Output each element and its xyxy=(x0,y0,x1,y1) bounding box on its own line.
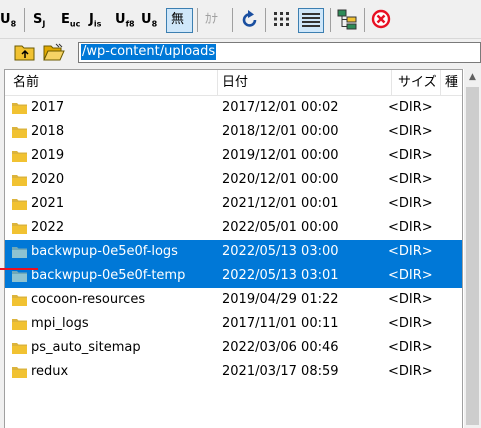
folder-icon xyxy=(12,247,27,258)
file-row[interactable]: cocoon-resources 2019/04/29 01:22 <DIR> xyxy=(5,288,462,312)
list-view-icon[interactable] xyxy=(272,8,292,32)
file-row[interactable]: 2020 2020/12/01 00:00 <DIR> xyxy=(5,168,462,192)
red-marker-line xyxy=(0,268,38,270)
folder-icon xyxy=(12,223,27,234)
sjis-encoding-button[interactable]: SJ xyxy=(33,8,45,32)
toolbar-divider xyxy=(364,8,365,32)
column-header: 名前 日付 サイズ 種 xyxy=(5,70,462,96)
folder-icon xyxy=(12,319,27,330)
scroll-up-arrow-icon[interactable]: ▲ xyxy=(464,69,481,86)
file-name: mpi_logs xyxy=(31,316,89,331)
column-date[interactable]: 日付 xyxy=(222,70,248,95)
file-row[interactable]: 2019 2019/12/01 00:00 <DIR> xyxy=(5,144,462,168)
folder-icon xyxy=(12,127,27,138)
jis-encoding-button[interactable]: Jis xyxy=(89,8,101,32)
file-date: 2019/12/01 00:00 xyxy=(222,148,339,163)
file-size: <DIR> xyxy=(388,340,433,355)
file-row[interactable]: mpi_logs 2017/11/01 00:11 <DIR> xyxy=(5,312,462,336)
file-row[interactable]: backwpup-0e5e0f-temp 2022/05/13 03:01 <DIR… xyxy=(5,264,462,288)
detail-view-icon[interactable] xyxy=(298,8,324,33)
file-size: <DIR> xyxy=(388,268,433,283)
open-folder-icon[interactable] xyxy=(43,43,65,62)
file-list[interactable]: 名前 日付 サイズ 種 2017 2017/12/01 00:02 <DIR> 201… xyxy=(4,69,463,428)
file-name: backwpup-0e5e0f-logs xyxy=(31,244,178,259)
euc-encoding-button[interactable]: Euc xyxy=(61,8,80,32)
file-size: <DIR> xyxy=(388,292,433,307)
folder-icon xyxy=(12,343,27,354)
toolbar-divider xyxy=(265,8,266,32)
toolbar-divider xyxy=(330,8,331,32)
refresh-icon[interactable] xyxy=(240,8,260,32)
file-row[interactable]: 2021 2021/12/01 00:01 <DIR> xyxy=(5,192,462,216)
vertical-scrollbar[interactable]: ▲ xyxy=(463,69,481,428)
file-date: 2022/03/06 00:46 xyxy=(222,340,339,355)
scrollbar-thumb[interactable] xyxy=(466,87,479,425)
file-name: 2020 xyxy=(31,172,65,187)
file-size: <DIR> xyxy=(388,148,433,163)
folder-icon xyxy=(12,175,27,186)
file-row[interactable]: 2018 2018/12/01 00:00 <DIR> xyxy=(5,120,462,144)
utf8-bom-encoding-button[interactable]: Uf8 xyxy=(115,8,135,32)
file-row[interactable]: 2022 2022/05/01 00:00 <DIR> xyxy=(5,216,462,240)
file-size: <DIR> xyxy=(388,100,433,115)
file-name: backwpup-0e5e0f-temp xyxy=(31,268,186,283)
column-name[interactable]: 名前 xyxy=(13,70,39,95)
file-date: 2022/05/13 03:00 xyxy=(222,244,339,259)
file-name: ps_auto_sitemap xyxy=(31,340,141,355)
file-name: 2017 xyxy=(31,100,65,115)
file-name: 2019 xyxy=(31,148,65,163)
file-size: <DIR> xyxy=(388,220,433,235)
column-divider[interactable] xyxy=(440,70,441,95)
utf8-encoding-button[interactable]: U8 xyxy=(0,8,16,32)
file-name: cocoon-resources xyxy=(31,292,146,307)
file-name: redux xyxy=(31,364,69,379)
path-input[interactable]: /wp-content/uploads xyxy=(78,42,481,63)
tree-view-icon[interactable] xyxy=(336,8,358,32)
toolbar-divider xyxy=(197,8,198,32)
file-date: 2022/05/13 03:01 xyxy=(222,268,339,283)
file-size: <DIR> xyxy=(388,172,433,187)
file-row[interactable]: ps_auto_sitemap 2022/03/06 00:46 <DIR> xyxy=(5,336,462,360)
file-name: 2018 xyxy=(31,124,65,139)
toolbar-divider xyxy=(24,8,25,32)
file-row[interactable]: backwpup-0e5e0f-logs 2022/05/13 03:00 <DIR… xyxy=(5,240,462,264)
folder-icon xyxy=(12,367,27,378)
kana-conversion-button[interactable]: ｶﾅ xyxy=(205,8,218,32)
folder-icon xyxy=(12,295,27,306)
file-date: 2017/11/01 00:11 xyxy=(222,316,339,331)
folder-icon xyxy=(12,151,27,162)
column-size[interactable]: サイズ xyxy=(398,70,437,95)
column-type[interactable]: 種 xyxy=(445,70,458,95)
folder-icon xyxy=(12,271,27,282)
column-divider[interactable] xyxy=(391,70,392,95)
column-divider[interactable] xyxy=(217,70,218,95)
utf8n-encoding-button[interactable]: U8 xyxy=(141,8,157,32)
file-size: <DIR> xyxy=(388,244,433,259)
file-size: <DIR> xyxy=(388,124,433,139)
file-size: <DIR> xyxy=(388,364,433,379)
no-conversion-label: 無 xyxy=(171,12,185,27)
toolbar-divider xyxy=(232,8,233,32)
file-date: 2019/04/29 01:22 xyxy=(222,292,339,307)
file-date: 2017/12/01 00:02 xyxy=(222,100,339,115)
file-row[interactable]: redux 2021/03/17 08:59 <DIR> xyxy=(5,360,462,384)
path-text: /wp-content/uploads xyxy=(81,44,217,60)
file-size: <DIR> xyxy=(388,196,433,211)
stop-icon[interactable] xyxy=(371,8,391,32)
file-date: 2020/12/01 00:00 xyxy=(222,172,339,187)
file-row[interactable]: 2017 2017/12/01 00:02 <DIR> xyxy=(5,96,462,120)
file-date: 2022/05/01 00:00 xyxy=(222,220,339,235)
folder-icon xyxy=(12,199,27,210)
file-date: 2021/12/01 00:01 xyxy=(222,196,339,211)
toolbar: U8 SJ Euc Jis Uf8 U8 無 ｶﾅ xyxy=(0,0,481,38)
parent-folder-icon[interactable] xyxy=(14,43,36,62)
file-size: <DIR> xyxy=(388,316,433,331)
path-bar: /wp-content/uploads xyxy=(0,38,481,66)
file-name: 2022 xyxy=(31,220,65,235)
file-date: 2018/12/01 00:00 xyxy=(222,124,339,139)
file-name: 2021 xyxy=(31,196,65,211)
folder-icon xyxy=(12,103,27,114)
file-date: 2021/03/17 08:59 xyxy=(222,364,339,379)
